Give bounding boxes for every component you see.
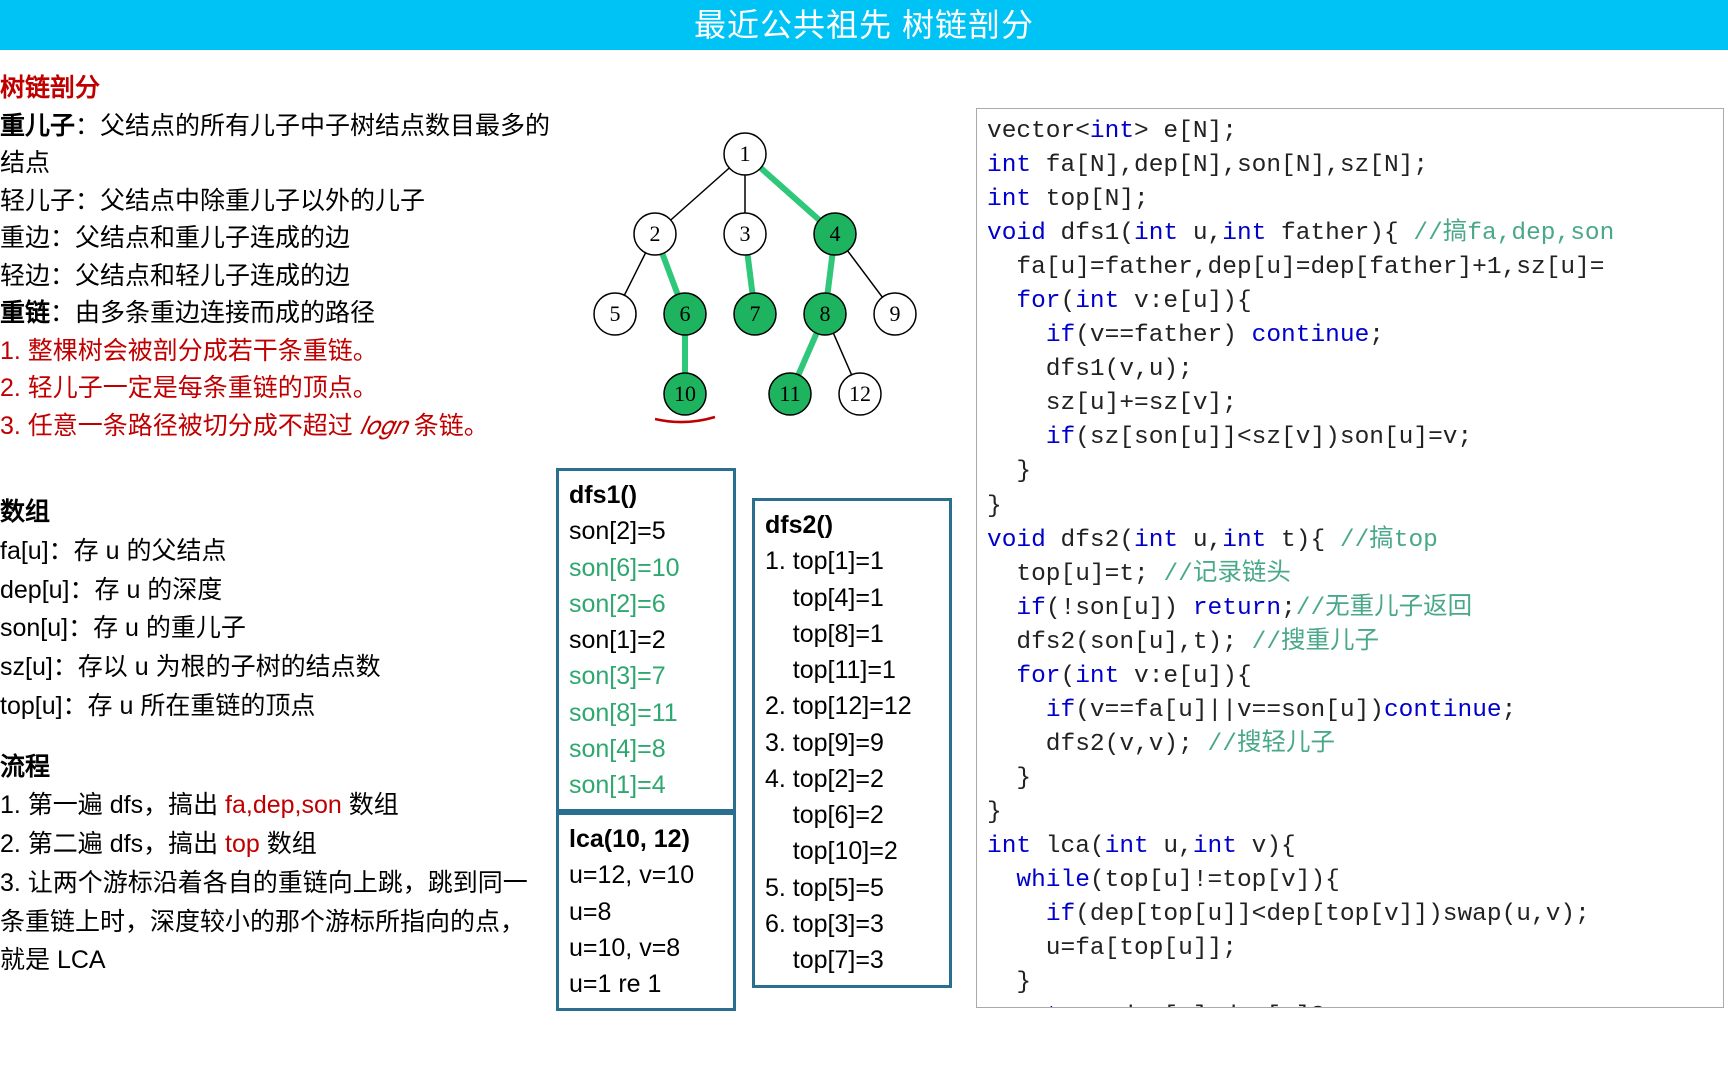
dfs2-box: dfs2() 1. top[1]=1 top[4]=1 top[8]=1 top… [752,498,952,988]
arrays-heading: 数组 [0,493,560,532]
def-heavy-son: 重儿子：父结点的所有儿子中子树结点数目最多的结点 [0,108,560,183]
array-sz: sz[u]：存以 u 为根的子树的结点数 [0,648,560,687]
dfs1-line: son[3]=7 [569,658,723,694]
lca-heading: lca(10, 12) [569,821,723,857]
dfs1-line: son[4]=8 [569,731,723,767]
dfs1-line: son[8]=11 [569,695,723,731]
def-heavy-edge: 重边：父结点和重儿子连成的边 [0,220,560,258]
dfs2-line: top[8]=1 [765,616,939,652]
tree-node-label: 4 [830,221,841,246]
dfs1-heading: dfs1() [569,477,723,513]
dfs1-line: son[1]=4 [569,767,723,803]
tree-node-label: 8 [820,301,831,326]
dfs2-heading: dfs2() [765,507,939,543]
lca-box: lca(10, 12) u=12, v=10 u=8 u=10, v=8 u=1… [556,812,736,1011]
underline-annotation [655,417,715,422]
dfs2-line: 4. top[2]=2 [765,761,939,797]
def-light-edge: 轻边：父结点和轻儿子连成的边 [0,258,560,296]
array-son: son[u]：存 u 的重儿子 [0,609,560,648]
dfs2-line: top[6]=2 [765,797,939,833]
dfs2-line: top[4]=1 [765,580,939,616]
dfs1-line: son[1]=2 [569,622,723,658]
dfs2-line: 5. top[5]=5 [765,870,939,906]
dfs1-box: dfs1() son[2]=5son[6]=10son[2]=6son[1]=2… [556,468,736,812]
dfs1-line: son[2]=6 [569,586,723,622]
dfs2-line: 1. top[1]=1 [765,543,939,579]
tree-node-label: 2 [650,221,661,246]
flow-section: 流程 1. 第一遍 dfs，搞出 fa,dep,son 数组 2. 第二遍 df… [0,748,560,981]
def-heavy-chain: 重链：由多条重边连接而成的路径 [0,295,560,333]
lca-line: u=12, v=10 [569,857,723,893]
dfs2-line: 6. top[3]=3 [765,906,939,942]
flow-heading: 流程 [0,748,560,787]
tree-node-label: 6 [680,301,691,326]
array-dep: dep[u]：存 u 的深度 [0,571,560,610]
dfs2-line: 3. top[9]=9 [765,725,939,761]
dfs1-line: son[2]=5 [569,513,723,549]
rule-1: 1. 整棵树会被剖分成若干条重链。 [0,333,560,371]
dfs2-line: top[7]=3 [765,942,939,978]
code-panel: vector<int> e[N]; int fa[N],dep[N],son[N… [976,108,1724,1008]
tree-diagram: 123456789101112 [560,124,930,454]
lca-line: u=10, v=8 [569,930,723,966]
page-title: 最近公共祖先 树链剖分 [0,0,1728,50]
lca-line: u=1 re 1 [569,966,723,1002]
tree-node-label: 9 [890,301,901,326]
tree-node-label: 1 [740,141,751,166]
flow-step-2: 2. 第二遍 dfs，搞出 top 数组 [0,825,560,864]
tree-node-label: 11 [779,381,800,406]
dfs2-line: top[11]=1 [765,652,939,688]
tree-node-label: 7 [750,301,761,326]
rule-2: 2. 轻儿子一定是每条重链的顶点。 [0,370,560,408]
tree-node-label: 3 [740,221,751,246]
flow-step-1: 1. 第一遍 dfs，搞出 fa,dep,son 数组 [0,786,560,825]
dfs2-line: 2. top[12]=12 [765,688,939,724]
definitions-heading: 树链剖分 [0,70,560,108]
left-column: 树链剖分 重儿子：父结点的所有儿子中子树结点数目最多的结点 轻儿子：父结点中除重… [0,70,560,980]
def-light-son: 轻儿子：父结点中除重儿子以外的儿子 [0,183,560,221]
tree-node-label: 10 [674,381,696,406]
rule-3: 3. 任意一条路径被切分成不超过 𝑙𝑜𝑔𝑛 条链。 [0,408,560,446]
array-fa: fa[u]：存 u 的父结点 [0,532,560,571]
dfs2-line: top[10]=2 [765,833,939,869]
lca-line: u=8 [569,894,723,930]
array-top: top[u]：存 u 所在重链的顶点 [0,687,560,726]
dfs1-line: son[6]=10 [569,550,723,586]
content-area: 树链剖分 重儿子：父结点的所有儿子中子树结点数目最多的结点 轻儿子：父结点中除重… [0,50,1728,1080]
tree-node-label: 12 [849,381,871,406]
flow-step-3: 3. 让两个游标沿着各自的重链向上跳，跳到同一条重链上时，深度较小的那个游标所指… [0,864,530,980]
tree-node-label: 5 [610,301,621,326]
arrays-section: 数组 fa[u]：存 u 的父结点 dep[u]：存 u 的深度 son[u]：… [0,493,560,726]
